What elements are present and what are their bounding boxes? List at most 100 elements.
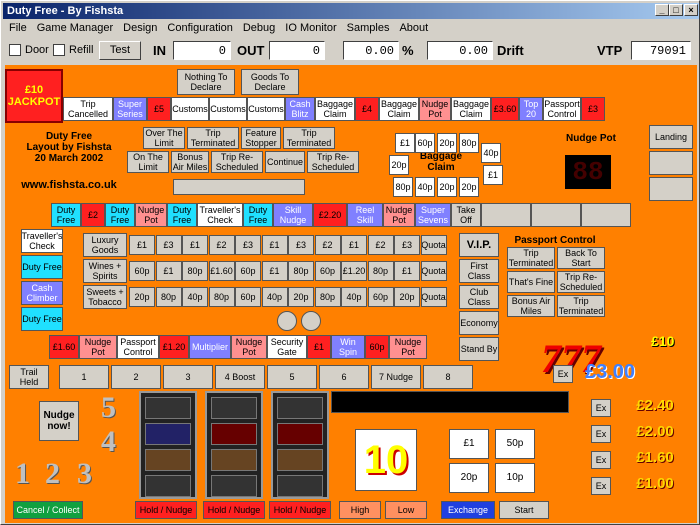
menu-item[interactable]: IO Monitor	[285, 22, 336, 34]
bottom-trail-tile: Security Gate	[267, 335, 307, 359]
exchange-small-button[interactable]: Ex	[591, 477, 611, 495]
nudge-digit-4: 4	[101, 425, 116, 458]
test-button[interactable]: Test	[99, 41, 141, 60]
bottom-trail-tile: 60p	[365, 335, 389, 359]
nothing-to-declare-button[interactable]: Nothing To Declare	[177, 69, 235, 95]
menu-item[interactable]: Debug	[243, 22, 275, 34]
top-trail-tile: Trip Cancelled	[63, 97, 113, 121]
top-trail-tile: Super Series	[113, 97, 147, 121]
shop-cell: 60p	[235, 287, 261, 307]
shop-cell: 80p	[182, 261, 208, 281]
trip-grid-tile: Trip Re-Scheduled	[307, 151, 359, 173]
baggage-cell: 60p	[415, 133, 435, 153]
goods-to-declare-button[interactable]: Goods To Declare	[241, 69, 299, 95]
top-trail-tile: Top 20	[519, 97, 543, 121]
hold-nudge-button-1[interactable]: Hold / Nudge	[135, 501, 197, 519]
prize-10-label: £10	[651, 333, 675, 349]
shop-cell: Quota	[420, 287, 447, 307]
menu-item[interactable]: File	[9, 22, 27, 34]
passport-tile: Bonus Air Miles	[507, 295, 555, 317]
window-title: Duty Free - By Fishsta	[7, 5, 124, 17]
shop-cell: 40p	[341, 287, 367, 307]
number-trail-tile: 6	[319, 365, 369, 389]
trail-blank	[481, 203, 531, 227]
out-value: 0	[269, 41, 325, 60]
menu-bar: File Game Manager Design Configuration Debug…	[3, 20, 699, 36]
baggage-cell: 20p	[437, 133, 457, 153]
prize-label: £2.40	[636, 397, 674, 414]
top-trail-tile: £3	[581, 97, 605, 121]
low-button[interactable]: Low	[385, 501, 427, 519]
trail-blank	[581, 203, 631, 227]
trail-blank	[531, 203, 581, 227]
bottom-trail-tile: Multiplier	[189, 335, 231, 359]
menu-item[interactable]: Design	[123, 22, 157, 34]
number-trail-tile: 3	[163, 365, 213, 389]
in-label: IN	[153, 43, 166, 58]
shop-cell: £1.60	[208, 261, 235, 281]
high-button[interactable]: High	[339, 501, 381, 519]
shop-cell: 80p	[314, 287, 341, 307]
bottom-trail-tile: £1	[307, 335, 331, 359]
exchange-small-button[interactable]: Ex	[591, 425, 611, 443]
baggage-cell: 80p	[393, 177, 413, 197]
exchange-button[interactable]: Exchange	[441, 501, 495, 519]
number-trail-tile: 1	[59, 365, 109, 389]
shop-cell: 80p	[208, 287, 235, 307]
exchange-small-button[interactable]: Ex	[591, 451, 611, 469]
in-value: 0	[173, 41, 231, 60]
shop-cell: 40p	[261, 287, 288, 307]
coin-50p[interactable]: 50p	[495, 429, 535, 459]
passport-tile: Trip Terminated	[557, 295, 605, 317]
maximize-button[interactable]: □	[669, 4, 683, 16]
coin-1-pound[interactable]: £1	[449, 429, 489, 459]
door-checkbox[interactable]	[9, 44, 21, 56]
trip-grid-tile: Trip Terminated	[187, 127, 239, 149]
trail-tile: Skill Nudge	[273, 203, 313, 227]
coin-10p[interactable]: 10p	[495, 463, 535, 493]
top-trail-tile: Baggage Claim	[379, 97, 419, 121]
trail-tile: Reel Skill	[347, 203, 383, 227]
bottom-trail-tile: Win Spin	[331, 335, 365, 359]
minimize-button[interactable]: _	[655, 4, 669, 16]
lamp-2	[301, 311, 321, 331]
top-trail-tile: £4	[355, 97, 379, 121]
shop-cell: £3	[155, 235, 182, 255]
nudge-digit-2: 2	[45, 457, 60, 490]
baggage-cell: 40p	[481, 143, 501, 163]
start-button[interactable]: Start	[499, 501, 549, 519]
shop-cell: 80p	[288, 261, 314, 281]
top-trail-tile: Cash Blitz	[285, 97, 315, 121]
nudge-now-button[interactable]: Nudge now!	[39, 401, 79, 441]
menu-item[interactable]: Game Manager	[37, 22, 113, 34]
hold-nudge-button-2[interactable]: Hold / Nudge	[203, 501, 265, 519]
menu-item[interactable]: Configuration	[167, 22, 232, 34]
coin-20p[interactable]: 20p	[449, 463, 489, 493]
shop-cell: 20p	[129, 287, 155, 307]
side-blank	[649, 177, 693, 201]
shop-cell: £1	[129, 235, 155, 255]
baggage-cell: £1	[395, 133, 415, 153]
prize-label: £1.60	[636, 449, 674, 466]
menu-item[interactable]: About	[399, 22, 428, 34]
vip-item: Economy	[459, 311, 499, 335]
cancel-collect-button[interactable]: Cancel / Collect	[13, 501, 83, 519]
shop-cell: 60p	[367, 287, 394, 307]
shop-row-label: Luxury Goods	[83, 233, 127, 257]
hold-nudge-button-3[interactable]: Hold / Nudge	[269, 501, 331, 519]
exchange-small-button[interactable]: Ex	[591, 399, 611, 417]
top-trail-tile: Nudge Pot	[419, 97, 451, 121]
trail-tile: Duty Free	[51, 203, 81, 227]
exchange-small-button[interactable]: Ex	[553, 365, 573, 383]
shop-row-label: Sweets + Tobacco	[83, 285, 127, 309]
trail-tile: £2.20	[313, 203, 347, 227]
layout-date: 20 March 2002	[34, 153, 104, 164]
refill-checkbox[interactable]	[53, 44, 65, 56]
bottom-trail-tile: £1.60	[49, 335, 79, 359]
number-trail-tile: 5	[267, 365, 317, 389]
close-button[interactable]: ×	[684, 4, 698, 16]
menu-item[interactable]: Samples	[347, 22, 390, 34]
blank-display	[173, 179, 305, 195]
baggage-cell: 20p	[389, 155, 409, 175]
baggage-cell: 20p	[459, 177, 479, 197]
